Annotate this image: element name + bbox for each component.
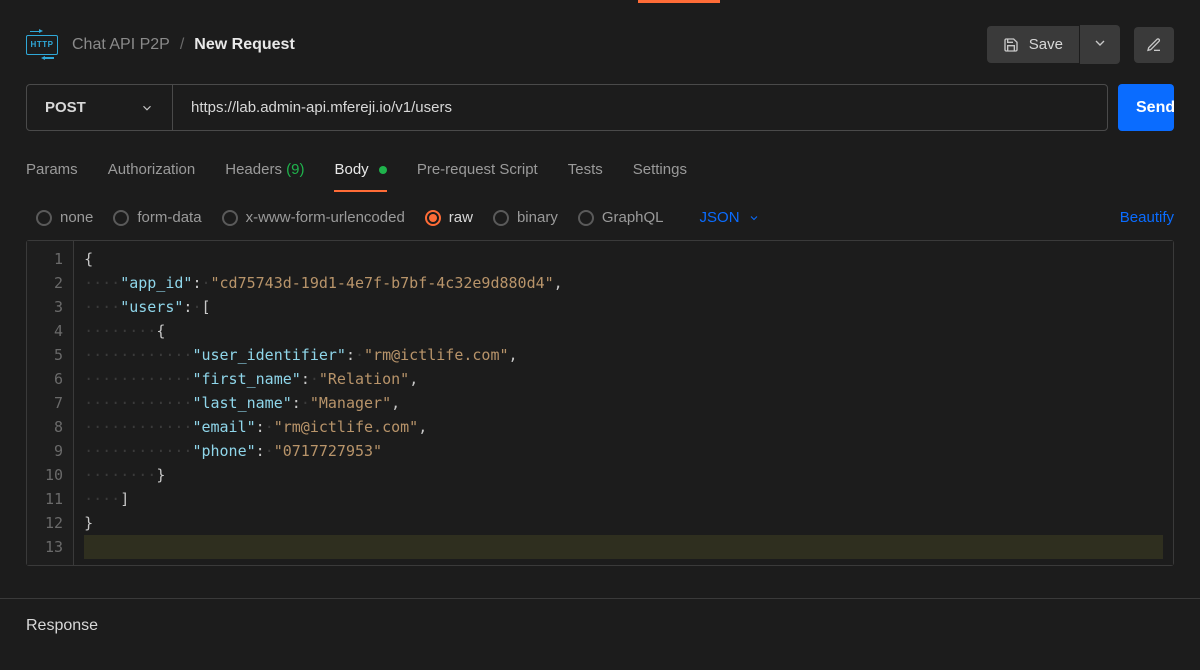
tab-prerequest[interactable]: Pre-request Script: [417, 151, 538, 192]
tab-params[interactable]: Params: [26, 151, 78, 192]
radio-icon: [222, 210, 238, 226]
save-label: Save: [1029, 36, 1063, 53]
headers-count: (9): [286, 161, 304, 178]
body-active-indicator: [379, 166, 387, 174]
body-type-binary[interactable]: binary: [493, 209, 558, 226]
body-type-raw[interactable]: raw: [425, 209, 473, 226]
body-editor[interactable]: 12345678910111213 { ····"app_id":·"cd757…: [26, 240, 1174, 566]
save-icon: [1003, 37, 1019, 53]
radio-icon: [425, 210, 441, 226]
body-type-none[interactable]: none: [36, 209, 93, 226]
header-bar: HTTP Chat API P2P / New Request Save: [0, 3, 1200, 84]
http-badge-icon: HTTP: [26, 35, 58, 55]
body-type-graphql[interactable]: GraphQL: [578, 209, 664, 226]
tab-body[interactable]: Body: [334, 151, 386, 192]
request-tabs: Params Authorization Headers (9) Body Pr…: [0, 145, 1200, 193]
tab-headers-label: Headers: [225, 161, 282, 178]
tab-body-label: Body: [334, 161, 368, 178]
breadcrumb: Chat API P2P / New Request: [72, 36, 295, 54]
breadcrumb-request[interactable]: New Request: [194, 36, 294, 54]
breadcrumb-collection[interactable]: Chat API P2P: [72, 36, 170, 54]
request-input-group: POST: [26, 84, 1108, 131]
radio-icon: [578, 210, 594, 226]
pencil-icon: [1146, 37, 1162, 53]
tab-headers[interactable]: Headers (9): [225, 151, 304, 192]
save-dropdown-button[interactable]: [1080, 25, 1120, 64]
tab-authorization[interactable]: Authorization: [108, 151, 196, 192]
body-format-select[interactable]: JSON: [700, 209, 760, 226]
tab-settings[interactable]: Settings: [633, 151, 687, 192]
body-type-row: none form-data x-www-form-urlencoded raw…: [0, 193, 1200, 240]
radio-icon: [493, 210, 509, 226]
body-type-form-data[interactable]: form-data: [113, 209, 201, 226]
breadcrumb-separator: /: [180, 36, 184, 54]
response-section-header[interactable]: Response: [0, 598, 1200, 653]
radio-icon: [36, 210, 52, 226]
save-button[interactable]: Save: [987, 26, 1079, 63]
method-value: POST: [45, 99, 86, 116]
body-type-urlencoded[interactable]: x-www-form-urlencoded: [222, 209, 405, 226]
send-button[interactable]: Send: [1118, 84, 1174, 131]
chevron-down-icon: [1092, 35, 1108, 51]
beautify-link[interactable]: Beautify: [1120, 209, 1174, 226]
body-format-label: JSON: [700, 209, 740, 226]
response-label: Response: [26, 617, 98, 634]
edit-button[interactable]: [1134, 27, 1174, 63]
code-area[interactable]: { ····"app_id":·"cd75743d-19d1-4e7f-b7bf…: [74, 241, 1173, 565]
method-select[interactable]: POST: [27, 85, 173, 130]
line-gutter: 12345678910111213: [27, 241, 74, 565]
chevron-down-icon: [748, 212, 760, 224]
url-input[interactable]: [173, 85, 1107, 130]
radio-icon: [113, 210, 129, 226]
chevron-down-icon: [140, 101, 154, 115]
tab-tests[interactable]: Tests: [568, 151, 603, 192]
